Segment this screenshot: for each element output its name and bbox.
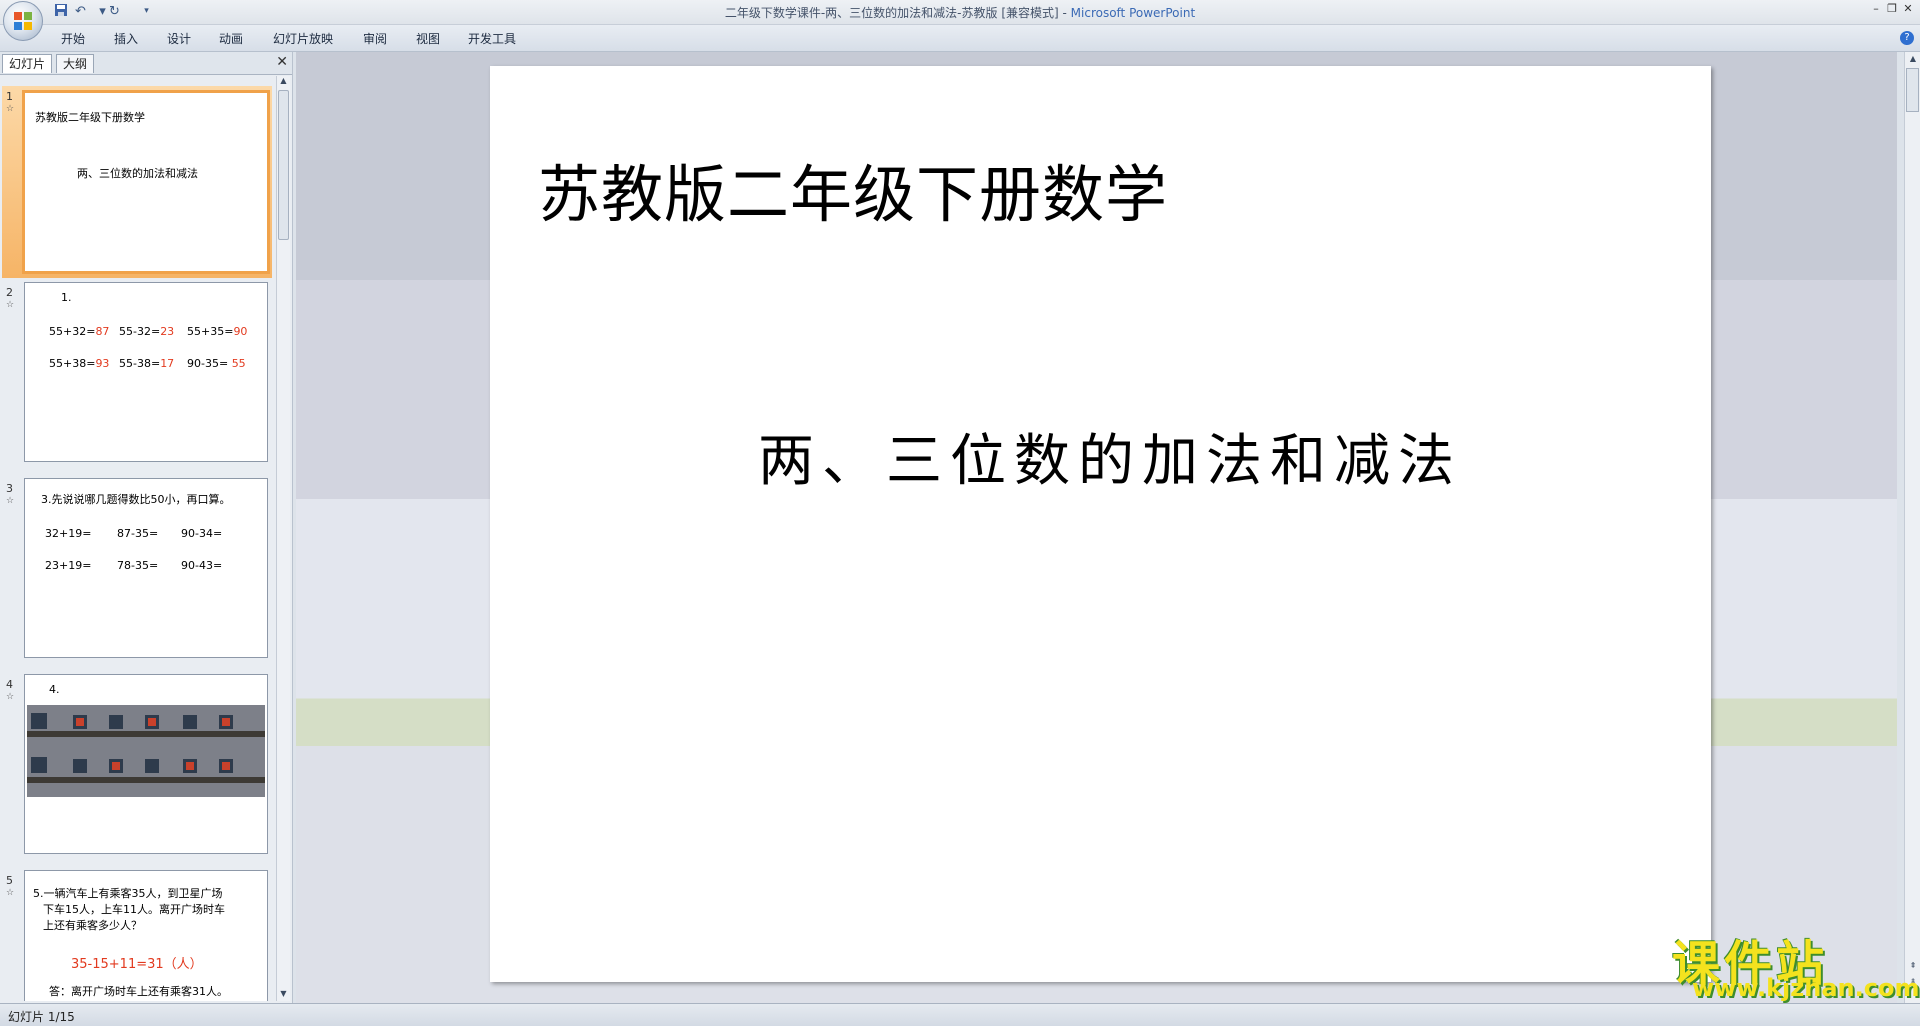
slide-number: 5 [6, 874, 13, 887]
slide-indicator: 幻灯片 1/15 [8, 1010, 75, 1024]
transition-icon: ☆ [6, 692, 15, 702]
tab-slides[interactable]: 幻灯片 [2, 54, 53, 73]
thumb-text: 5.一辆汽车上有乘客35人，到卫星广场 [33, 887, 223, 900]
tab-design[interactable]: 设计 [167, 30, 191, 47]
status-bar: 幻灯片 1/15 [0, 1003, 1920, 1026]
tab-animations[interactable]: 动画 [219, 30, 243, 47]
help-icon[interactable]: ? [1900, 31, 1914, 45]
slide-thumb-4[interactable]: 4. [24, 674, 268, 854]
tab-review[interactable]: 审阅 [363, 30, 387, 47]
transition-icon: ☆ [6, 300, 15, 310]
main-scroll-thumb[interactable] [1906, 68, 1919, 112]
thumb-heading: 1. [61, 291, 72, 304]
watermark-logo: 课件站 www.kjzhan.com [1668, 924, 1919, 1004]
thumb-eq: 90-34= [181, 527, 223, 540]
train-picture [27, 705, 265, 797]
pane-close-icon[interactable]: ✕ [276, 54, 288, 70]
thumb-eq: 55+38=93 [49, 357, 110, 370]
current-slide[interactable]: 苏教版二年级下册数学 两、三位数的加法和减法 [490, 66, 1711, 982]
thumb-title: 苏教版二年级下册数学 [35, 111, 145, 124]
thumb-subtitle: 两、三位数的加法和减法 [77, 167, 198, 180]
slide-thumb-2[interactable]: 1. 55+32=87 55-32=23 55+35=90 55+38=93 5… [24, 282, 268, 462]
app-name: Microsoft PowerPoint [1070, 6, 1196, 20]
thumb-eq: 55+32=87 [49, 325, 110, 338]
prev-slide-icon[interactable]: ⇞ [1905, 961, 1920, 973]
slide-number: 1 [6, 90, 13, 103]
transition-icon: ☆ [6, 496, 15, 506]
restore-icon[interactable]: ❐ [1884, 2, 1900, 15]
pane-scrollbar[interactable]: ▲ ▼ [276, 76, 290, 1001]
close-icon[interactable]: ✕ [1900, 2, 1916, 15]
thumb-eq: 55-32=23 [119, 325, 175, 338]
thumb-eq: 90-35= 55 [187, 357, 246, 370]
slide-number: 3 [6, 482, 13, 495]
tab-view[interactable]: 视图 [416, 30, 440, 47]
office-logo-icon [14, 12, 32, 30]
pane-scroll-thumb[interactable] [278, 90, 289, 240]
slide-number: 4 [6, 678, 13, 691]
slide-thumbnails: 1 ☆ 苏教版二年级下册数学 两、三位数的加法和减法 2 ☆ 1. 55+32=… [0, 76, 272, 1001]
main-scrollbar[interactable]: ▲ ⇞ ⇟ [1904, 52, 1920, 1003]
slide-thumb-3[interactable]: 3.先说说哪几题得数比50小，再口算。 32+19= 87-35= 90-34=… [24, 478, 268, 658]
thumb-eq: 32+19= [45, 527, 92, 540]
thumb-eq: 90-43= [181, 559, 223, 572]
thumb-text: 下车15人，上车11人。离开广场时车 [43, 903, 225, 916]
thumb-eq: 87-35= [117, 527, 159, 540]
slide-editor: 苏教版二年级下册数学 两、三位数的加法和减法 [296, 52, 1897, 1003]
tab-home[interactable]: 开始 [61, 30, 85, 47]
tab-developer[interactable]: 开发工具 [468, 30, 516, 47]
office-button[interactable] [3, 1, 43, 41]
scroll-up-icon[interactable]: ▲ [1905, 54, 1920, 66]
window-title: 二年级下数学课件-两、三位数的加法和减法-苏教版 [兼容模式] - Micros… [0, 4, 1920, 21]
tab-insert[interactable]: 插入 [114, 30, 138, 47]
thumb-eq: 55-38=17 [119, 357, 175, 370]
watermark-url: www.kjzhan.com [1692, 974, 1920, 1002]
tab-outline[interactable]: 大纲 [56, 54, 95, 73]
thumb-text: 上还有乘客多少人？ [43, 919, 142, 932]
slide-thumb-1[interactable]: 苏教版二年级下册数学 两、三位数的加法和减法 [22, 90, 270, 274]
slide-thumb-5[interactable]: 5.一辆汽车上有乘客35人，到卫星广场 下车15人，上车11人。离开广场时车 上… [24, 870, 268, 1001]
thumb-heading: 4. [49, 683, 60, 696]
thumb-answer-text: 答：离开广场时车上还有乘客31人。 [49, 985, 228, 998]
thumb-eq: 55+35=90 [187, 325, 248, 338]
slide-title[interactable]: 苏教版二年级下册数学 [538, 144, 1168, 234]
transition-icon: ☆ [6, 104, 15, 114]
scroll-up-icon[interactable]: ▲ [277, 76, 290, 88]
slide-subtitle[interactable]: 两、三位数的加法和减法 [758, 416, 1462, 497]
ribbon-tabs: 开始 插入 设计 动画 幻灯片放映 审阅 视图 开发工具 ? [0, 25, 1920, 52]
minimize-icon[interactable]: – [1868, 2, 1884, 15]
title-bar: ↶ ▾ ↻ ▾ 二年级下数学课件-两、三位数的加法和减法-苏教版 [兼容模式] … [0, 0, 1920, 25]
thumb-answer-calc: 35-15+11=31（人） [71, 957, 203, 972]
document-title: 二年级下数学课件-两、三位数的加法和减法-苏教版 [兼容模式] - [724, 6, 1071, 20]
slides-pane: 幻灯片 大纲 ✕ 1 ☆ 苏教版二年级下册数学 两、三位数的加法和减法 2 ☆ … [0, 52, 293, 1003]
pane-tabs: 幻灯片 大纲 ✕ [0, 52, 292, 75]
slide-number: 2 [6, 286, 13, 299]
thumb-eq: 78-35= [117, 559, 159, 572]
scroll-down-icon[interactable]: ▼ [277, 989, 290, 1001]
thumb-heading: 3.先说说哪几题得数比50小，再口算。 [41, 493, 231, 506]
transition-icon: ☆ [6, 888, 15, 898]
tab-slideshow[interactable]: 幻灯片放映 [273, 30, 333, 47]
thumb-eq: 23+19= [45, 559, 92, 572]
